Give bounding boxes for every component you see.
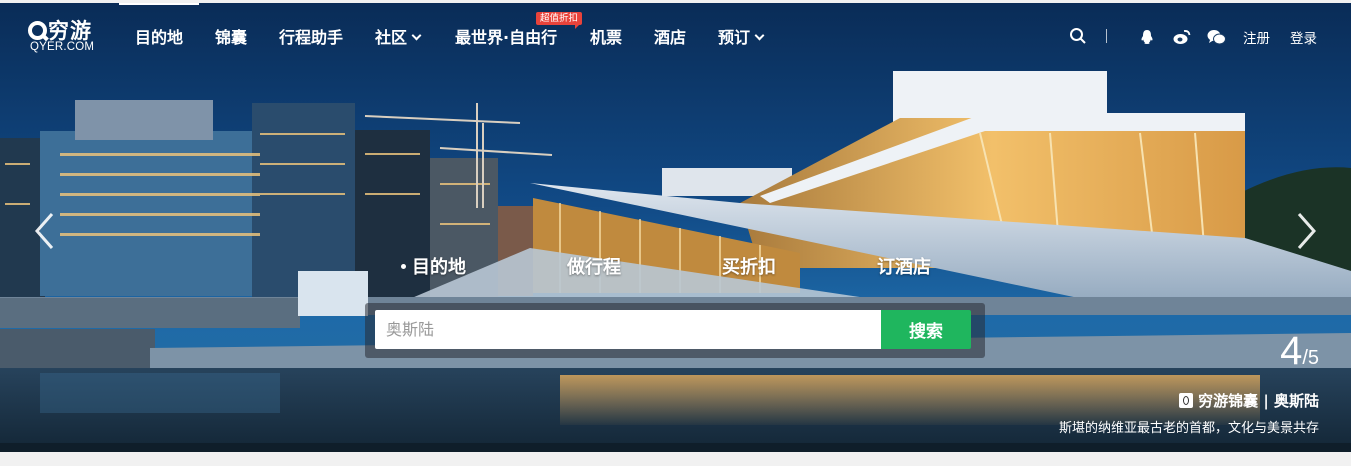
logo-domain: QYER.COM <box>30 41 95 53</box>
next-slide-arrow-icon[interactable] <box>1293 211 1319 251</box>
top-navigation-bar: 穷游 QYER.COM 目的地 锦囊 行程助手 社区 最世界·自由行 超值折扣 … <box>0 3 1351 63</box>
promo-badge: 超值折扣 <box>536 12 583 29</box>
nav-item-community-label: 社区 <box>375 28 408 47</box>
search-box: 搜索 <box>365 303 985 358</box>
chevron-down-icon <box>754 30 765 41</box>
nav-item-community[interactable]: 社区 <box>375 24 422 48</box>
tab-deals[interactable]: 买折扣 <box>722 253 776 279</box>
register-link[interactable]: 注册 <box>1243 27 1270 47</box>
chevron-down-icon <box>411 30 422 41</box>
tab-plan-trip[interactable]: 做行程 <box>567 253 621 279</box>
nav-item-destinations[interactable]: 目的地 <box>118 3 200 48</box>
caption-description: 斯堪的纳维亚最古老的首都，文化与美景共存 <box>1058 421 1319 436</box>
nav-item-booking-label: 预订 <box>718 28 751 47</box>
slide-current: 4 <box>1280 329 1303 373</box>
caption-title-text: 穷游锦囊 | 奥斯陆 <box>1198 392 1319 410</box>
weibo-icon[interactable] <box>1173 29 1191 45</box>
hero-banner: 穷游 QYER.COM 目的地 锦囊 行程助手 社区 最世界·自由行 超值折扣 … <box>0 3 1351 452</box>
nav-item-booking[interactable]: 预订 <box>718 24 765 48</box>
hero-background-image <box>0 3 1351 452</box>
logo-q-mark <box>28 21 47 40</box>
prev-slide-arrow-icon[interactable] <box>32 211 58 251</box>
search-icon[interactable] <box>1069 27 1087 45</box>
header-divider <box>1106 29 1107 43</box>
nav-item-free-travel[interactable]: 最世界·自由行 <box>455 24 557 48</box>
nav-item-trip-planner[interactable]: 行程助手 <box>279 24 343 48</box>
guide-book-icon <box>1179 393 1194 408</box>
qq-icon[interactable] <box>1139 29 1155 45</box>
nav-item-flights[interactable]: 机票 <box>590 24 622 48</box>
nav-item-guides[interactable]: 锦囊 <box>215 24 247 48</box>
tab-book-hotel[interactable]: 订酒店 <box>877 253 931 279</box>
tab-destinations[interactable]: 目的地 <box>401 253 466 279</box>
search-mode-tabs: 目的地 做行程 买折扣 订酒店 <box>0 253 1351 283</box>
header-tools: 注册 登录 <box>1061 23 1351 49</box>
slide-total: 5 <box>1307 347 1319 369</box>
wechat-icon[interactable] <box>1207 29 1226 45</box>
nav-item-hotels[interactable]: 酒店 <box>654 24 686 48</box>
slide-counter: 4/5 <box>1280 329 1319 374</box>
search-input[interactable] <box>375 310 883 349</box>
login-link[interactable]: 登录 <box>1290 27 1317 47</box>
qyer-logo[interactable]: 穷游 QYER.COM <box>28 15 110 59</box>
search-button[interactable]: 搜索 <box>881 310 971 349</box>
caption-title[interactable]: 穷游锦囊 | 奥斯陆 <box>1059 390 1319 411</box>
slide-caption[interactable]: 穷游锦囊 | 奥斯陆 斯堪的纳维亚最古老的首都，文化与美景共存 <box>1059 390 1319 436</box>
